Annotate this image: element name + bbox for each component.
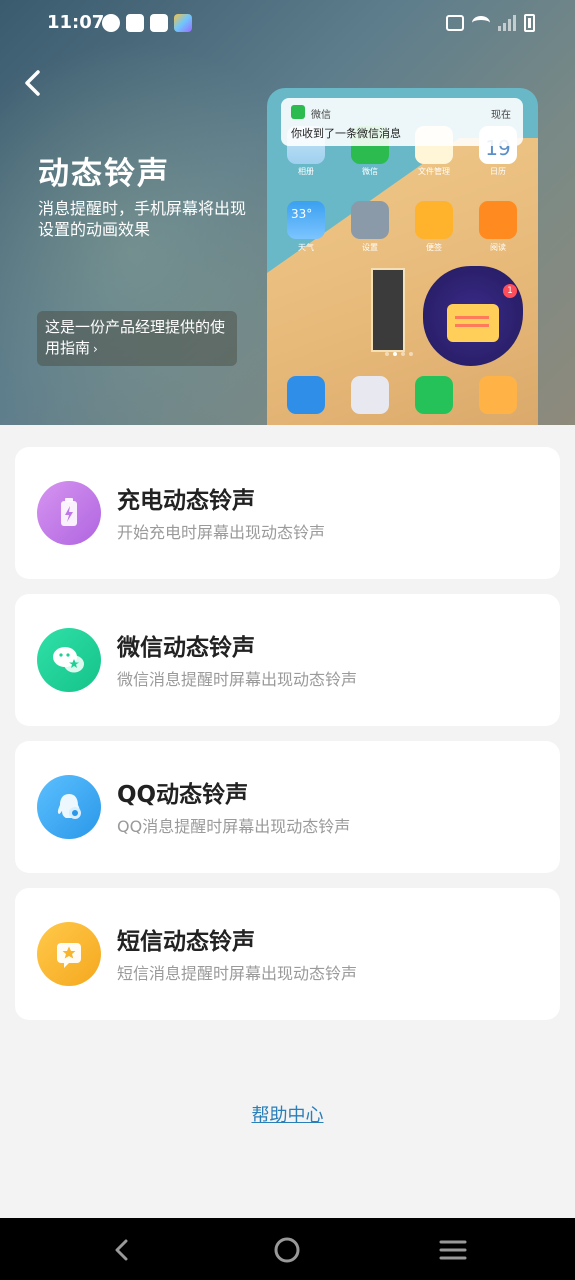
guide-link[interactable]: 这是一份产品经理提供的使用指南 › bbox=[37, 311, 237, 366]
app-label: 阅读 bbox=[490, 243, 506, 252]
home-icon bbox=[274, 1237, 300, 1263]
status-left-icons bbox=[102, 14, 192, 32]
page-indicator bbox=[385, 352, 413, 356]
weather-temp: 33° bbox=[291, 207, 313, 221]
header-banner: 11:07 动态铃声 消息提醒时，手机屏幕将出现设置的动画效果 这是一份产品经理… bbox=[0, 0, 575, 425]
app-label: 文件管理 bbox=[418, 167, 450, 176]
card-subtitle: 开始充电时屏幕出现动态铃声 bbox=[117, 523, 326, 542]
notification-time: 现在 bbox=[491, 110, 511, 121]
app-label: 日历 bbox=[490, 167, 506, 176]
app-label: 设置 bbox=[362, 243, 378, 252]
help-center-link[interactable]: 帮助中心 bbox=[0, 1101, 575, 1127]
battery-charging-icon bbox=[524, 14, 535, 32]
camera-app-icon bbox=[351, 376, 389, 414]
notification-app: 微信 bbox=[311, 110, 331, 121]
status-right-icons bbox=[446, 14, 535, 32]
chevron-right-icon: › bbox=[93, 342, 98, 356]
nav-back-button[interactable] bbox=[107, 1235, 137, 1265]
reader-app-icon bbox=[479, 201, 517, 239]
contacts-app-icon bbox=[287, 376, 325, 414]
navigation-bar bbox=[0, 1218, 575, 1280]
battery-bolt-icon bbox=[37, 481, 101, 545]
card-subtitle: 短信消息提醒时屏幕出现动态铃声 bbox=[117, 964, 358, 983]
building-window bbox=[371, 268, 405, 352]
notification-banner: 微信 现在 你收到了一条微信消息 bbox=[281, 98, 523, 146]
app-label: 微信 bbox=[362, 167, 378, 176]
speedometer-icon bbox=[102, 14, 120, 32]
app-label: 便签 bbox=[426, 243, 442, 252]
chevron-left-icon bbox=[25, 70, 40, 96]
signal-icon bbox=[498, 15, 516, 31]
shopping-bag-icon bbox=[150, 14, 168, 32]
app-label: 相册 bbox=[298, 167, 314, 176]
card-subtitle: 微信消息提醒时屏幕出现动态铃声 bbox=[117, 670, 358, 689]
sms-ringtone-card[interactable]: 短信动态铃声 短信消息提醒时屏幕出现动态铃声 bbox=[15, 888, 560, 1020]
page-description: 消息提醒时，手机屏幕将出现设置的动画效果 bbox=[38, 199, 247, 239]
card-subtitle: QQ消息提醒时屏幕出现动态铃声 bbox=[117, 817, 351, 836]
guide-text: 这是一份产品经理提供的使用指南 bbox=[45, 318, 226, 357]
sms-star-icon bbox=[37, 922, 101, 986]
status-time: 11:07 bbox=[47, 12, 105, 33]
phone-preview: 19 相册 微信 文件管理 日历 33° 天气 设置 便签 阅读 1 微信 现在… bbox=[267, 88, 538, 425]
notification-message: 你收到了一条微信消息 bbox=[291, 127, 401, 140]
back-icon bbox=[115, 1239, 128, 1261]
card-title: 微信动态铃声 bbox=[117, 635, 255, 661]
card-title: QQ动态铃声 bbox=[117, 782, 249, 808]
wechat-icon bbox=[37, 628, 101, 692]
charging-ringtone-card[interactable]: 充电动态铃声 开始充电时屏幕出现动态铃声 bbox=[15, 447, 560, 579]
vibrate-icon bbox=[446, 15, 464, 31]
status-bar: 11:07 bbox=[0, 10, 575, 38]
app-label: 天气 bbox=[298, 243, 314, 252]
shopping-bag-icon bbox=[126, 14, 144, 32]
settings-app-icon bbox=[351, 201, 389, 239]
back-button[interactable] bbox=[20, 68, 50, 98]
messages-app-icon bbox=[479, 376, 517, 414]
notification-badge: 1 bbox=[503, 284, 517, 298]
nav-menu-button[interactable] bbox=[438, 1235, 468, 1265]
phone-app-icon bbox=[415, 376, 453, 414]
chat-bubble-icon bbox=[447, 304, 499, 342]
card-title: 充电动态铃声 bbox=[117, 488, 255, 514]
weather-app-icon: 33° bbox=[287, 201, 325, 239]
menu-icon bbox=[439, 1240, 467, 1260]
qq-icon bbox=[37, 775, 101, 839]
card-title: 短信动态铃声 bbox=[117, 929, 255, 955]
wechat-ringtone-card[interactable]: 微信动态铃声 微信消息提醒时屏幕出现动态铃声 bbox=[15, 594, 560, 726]
qq-ringtone-card[interactable]: QQ动态铃声 QQ消息提醒时屏幕出现动态铃声 bbox=[15, 741, 560, 873]
notes-app-icon bbox=[415, 201, 453, 239]
page-title: 动态铃声 bbox=[38, 156, 170, 192]
wifi-icon bbox=[472, 16, 490, 30]
gallery-app-icon bbox=[174, 14, 192, 32]
nav-home-button[interactable] bbox=[272, 1235, 302, 1265]
wechat-icon bbox=[291, 105, 305, 119]
